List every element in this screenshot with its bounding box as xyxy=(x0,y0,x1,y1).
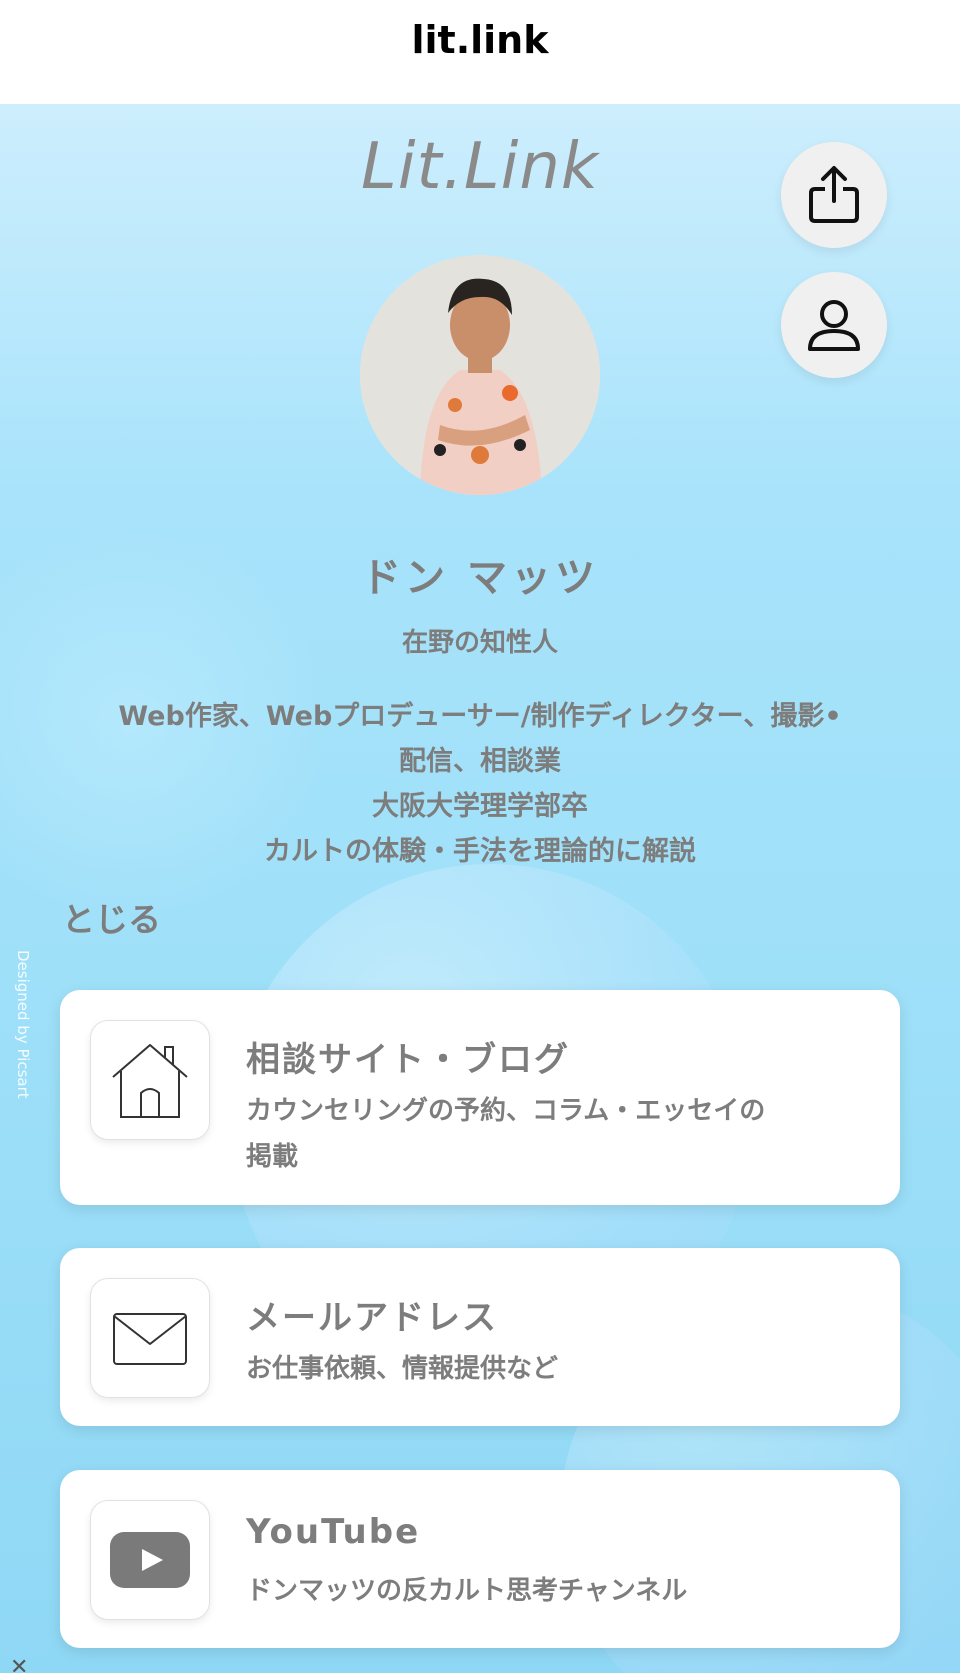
site-title: lit.link xyxy=(411,18,549,62)
link-card-email[interactable]: メールアドレス お仕事依頼、情報提供など xyxy=(60,1248,900,1426)
bio-line: カルトの体験・手法を理論的に解説 xyxy=(264,836,696,867)
share-button[interactable] xyxy=(781,142,887,248)
app-root: lit.link Lit.Link ドン マッツ 在野の知性人 Web作家、We… xyxy=(0,0,960,1673)
card-icon-frame xyxy=(90,1020,210,1140)
designer-credit: Designed by Picsart xyxy=(14,950,32,1099)
card-title: メールアドレス xyxy=(246,1298,498,1338)
card-title: YouTube xyxy=(246,1512,421,1552)
browser-top-bar: lit.link xyxy=(0,0,960,104)
card-description-line: カウンセリングの予約、コラム・エッセイの xyxy=(246,1096,766,1126)
card-description-line: 掲載 xyxy=(246,1142,299,1172)
link-card-consultation[interactable]: 相談サイト・ブログ カウンセリングの予約、コラム・エッセイの 掲載 xyxy=(60,990,900,1205)
profile-avatar xyxy=(360,255,600,495)
avatar-photo xyxy=(360,255,600,495)
card-description: カウンセリングの予約、コラム・エッセイの 掲載 xyxy=(246,1088,866,1180)
card-icon-frame xyxy=(90,1500,210,1620)
profile-name: ドン マッツ xyxy=(361,555,599,601)
link-card-youtube[interactable]: YouTube ドンマッツの反カルト思考チャンネル xyxy=(60,1470,900,1648)
card-icon-frame xyxy=(90,1278,210,1398)
account-button[interactable] xyxy=(781,272,887,378)
house-icon xyxy=(112,1044,188,1118)
card-description-line: ドンマッツの反カルト思考チャンネル xyxy=(246,1576,688,1606)
share-icon xyxy=(809,166,859,223)
bio-line: 配信、相談業 xyxy=(399,746,561,777)
bio-line: 大阪大学理学部卒 xyxy=(372,791,588,822)
card-title: 相談サイト・ブログ xyxy=(246,1040,570,1080)
bio-line: Web作家、Webプロデューサー/制作ディレクター、撮影• xyxy=(118,701,842,732)
profile-subtitle: 在野の知性人 xyxy=(401,628,558,658)
card-description-line: お仕事依頼、情報提供など xyxy=(246,1354,559,1384)
card-description: ドンマッツの反カルト思考チャンネル xyxy=(246,1568,866,1614)
user-icon xyxy=(808,300,860,351)
profile-bio: Web作家、Webプロデューサー/制作ディレクター、撮影• 配信、相談業 大阪大… xyxy=(50,694,910,874)
close-icon[interactable]: ✕ xyxy=(10,1655,28,1673)
close-bio-link[interactable]: とじる xyxy=(62,893,161,941)
youtube-icon xyxy=(110,1532,190,1588)
card-description: お仕事依頼、情報提供など xyxy=(246,1346,866,1392)
mail-icon xyxy=(113,1313,187,1365)
